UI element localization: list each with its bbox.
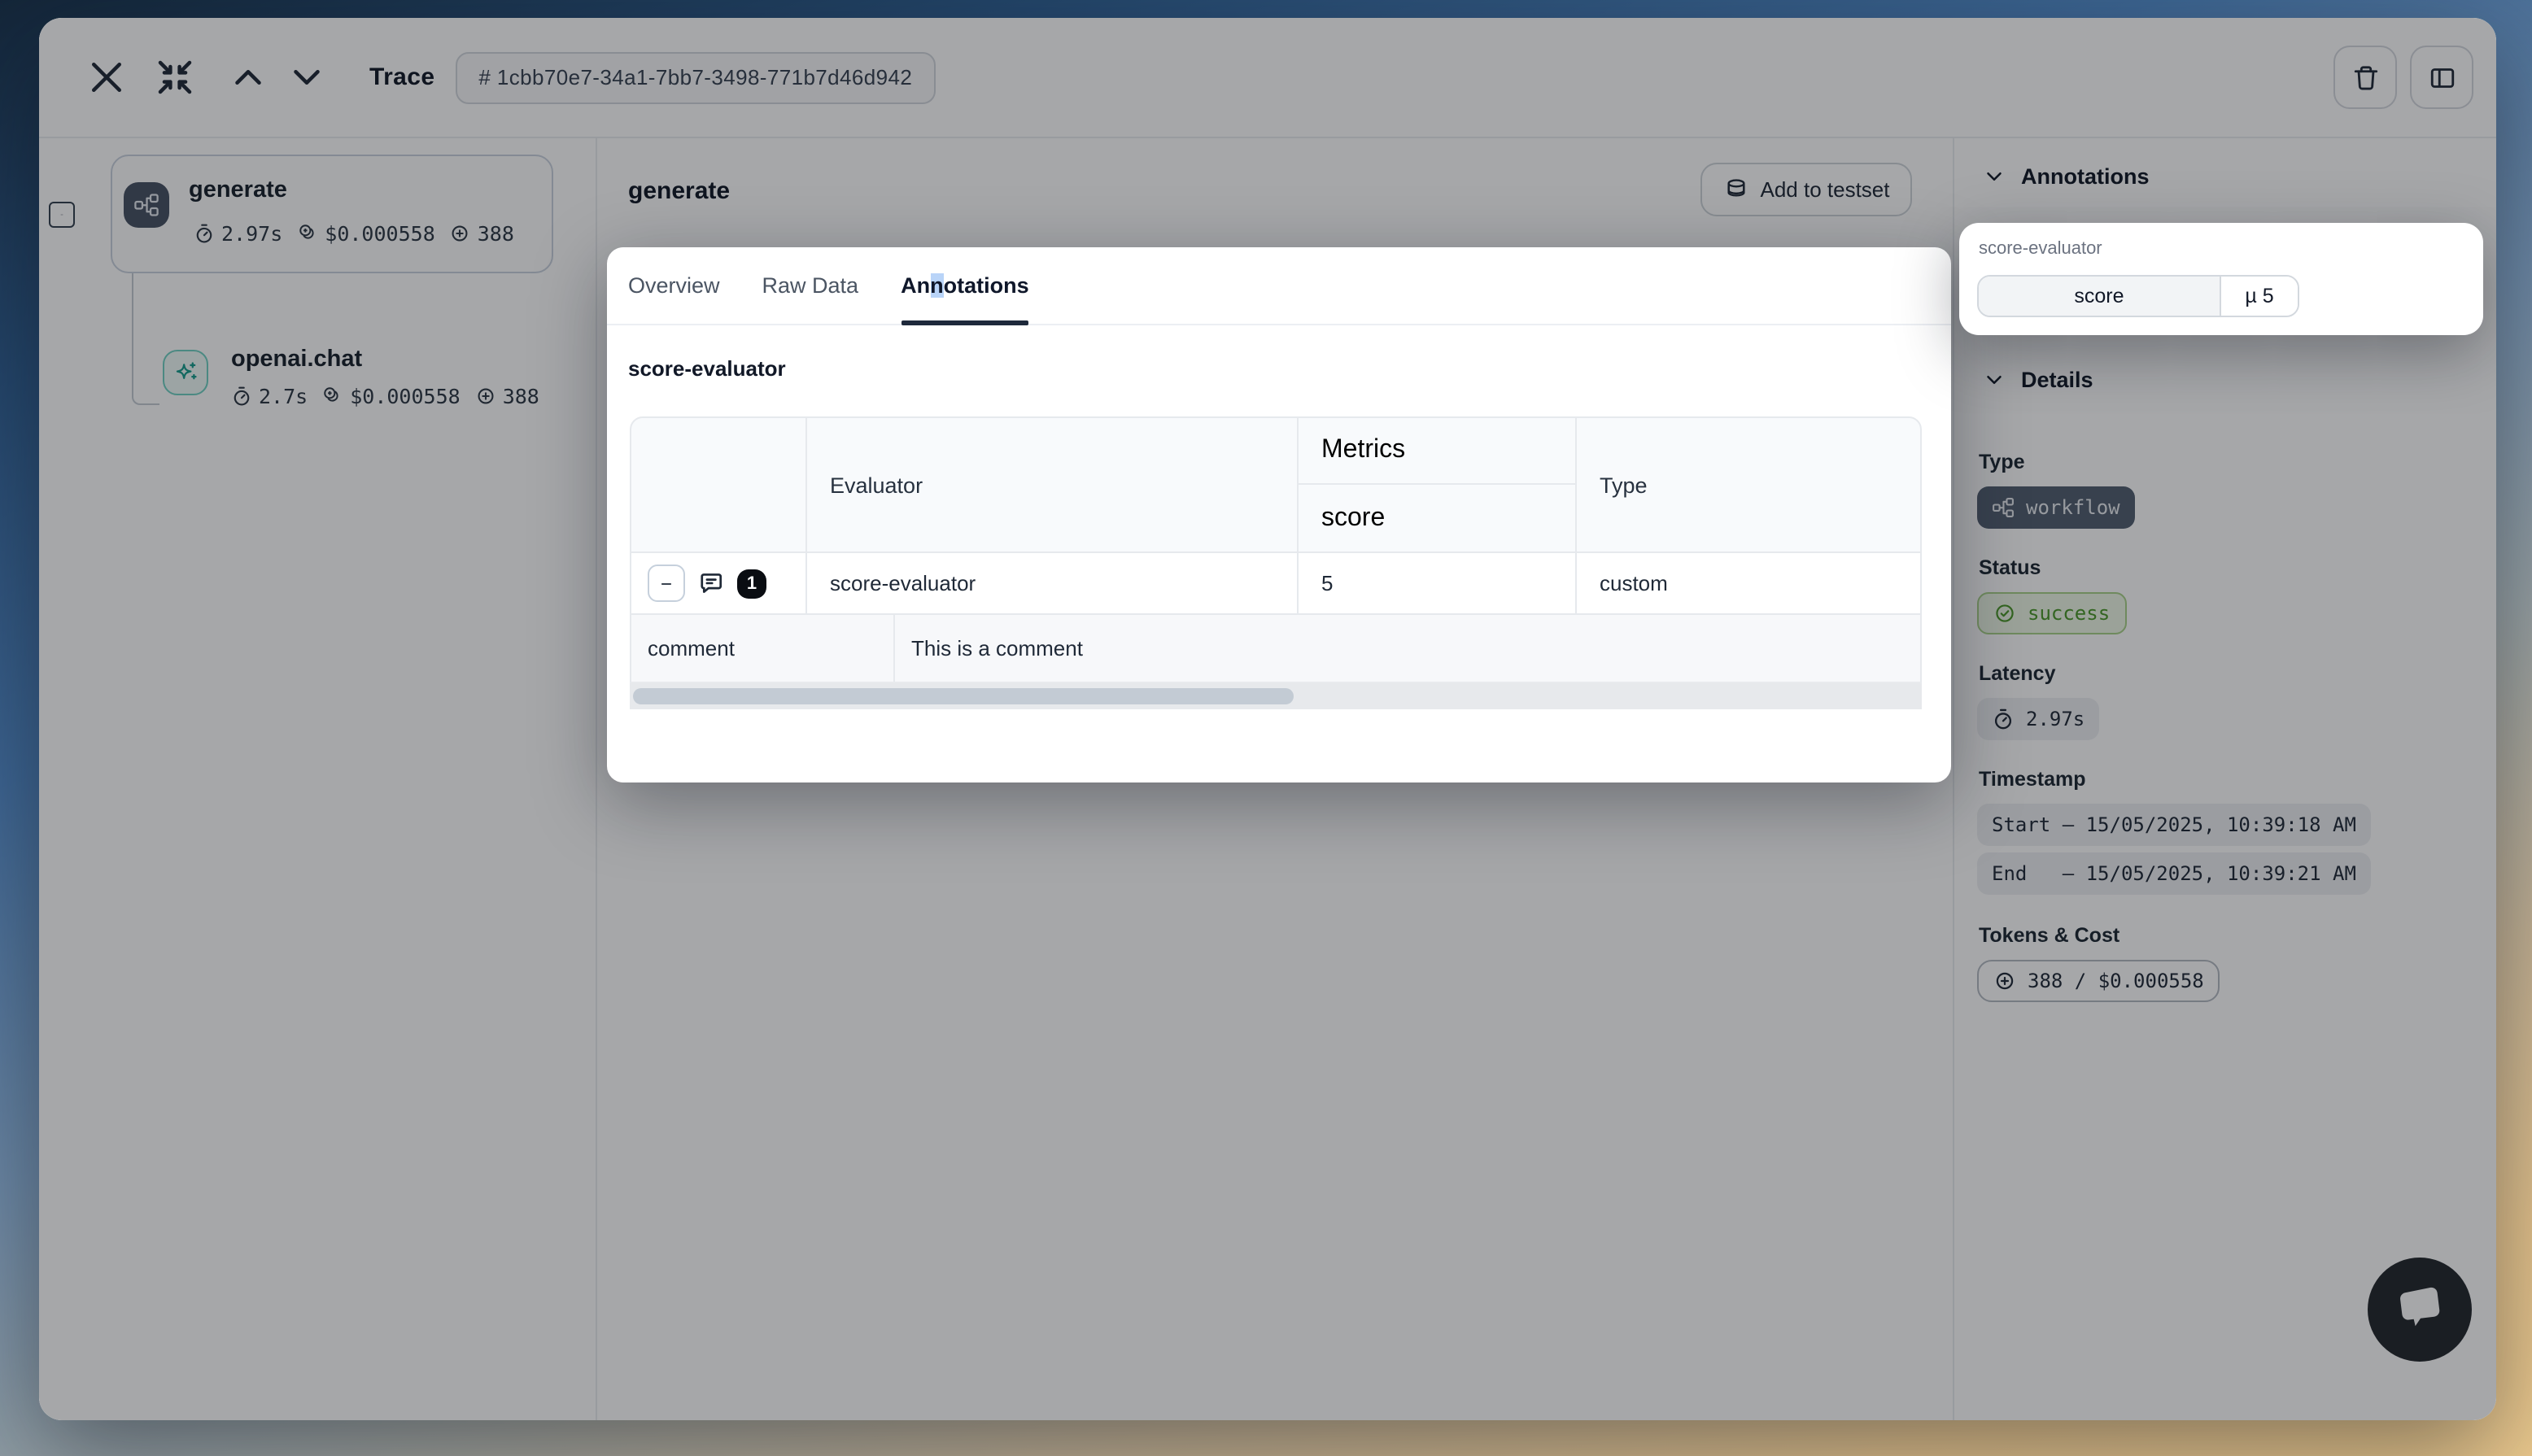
header-cell-metrics: Metrics score — [1299, 418, 1577, 551]
metric-name-label: score — [1299, 485, 1575, 551]
annotations-tab-card: Overview Raw Data Annotations score-eval… — [607, 247, 1951, 782]
comment-button[interactable] — [696, 569, 726, 598]
header-cell-type: Type — [1577, 418, 1923, 551]
score-control: score µ 5 — [1977, 275, 2299, 317]
header-cell-evaluator: Evaluator — [807, 418, 1299, 551]
cell-evaluator: score-evaluator — [807, 553, 1299, 613]
row-controls-cell: 1 — [631, 553, 807, 613]
evaluator-heading: score-evaluator — [628, 356, 786, 381]
table-row: 1 score-evaluator 5 custom — [630, 553, 1922, 615]
metrics-group-label: Metrics — [1299, 418, 1575, 485]
active-tab-underline — [901, 320, 1029, 325]
tab-overview[interactable]: Overview — [628, 247, 720, 324]
desktop-gradient-background: Trace # 1cbb70e7-34a1-7bb7-3498-771b7d46… — [0, 0, 2532, 1456]
comment-expansion-row: comment This is a comment — [630, 615, 1922, 683]
tab-raw-data[interactable]: Raw Data — [762, 247, 859, 324]
comment-count-badge: 1 — [737, 569, 766, 598]
score-value-button[interactable]: µ 5 — [2221, 277, 2298, 316]
table-header: Evaluator Metrics score Type — [630, 416, 1922, 553]
cell-score: 5 — [1299, 553, 1577, 613]
minus-icon — [659, 573, 674, 593]
header-cell-controls — [631, 418, 807, 551]
tab-bar: Overview Raw Data Annotations — [607, 247, 1951, 325]
comment-value: This is a comment — [895, 615, 1923, 682]
annotation-evaluator-label: score-evaluator — [1979, 239, 2102, 259]
text-selection-highlight: n — [930, 273, 944, 298]
cell-type: custom — [1577, 553, 1923, 613]
horizontal-scrollbar-thumb[interactable] — [633, 688, 1294, 704]
horizontal-scrollbar-track[interactable] — [630, 683, 1922, 709]
comment-key: comment — [631, 615, 895, 682]
annotations-table: Evaluator Metrics score Type — [630, 416, 1922, 709]
trace-viewer-window: Trace # 1cbb70e7-34a1-7bb7-3498-771b7d46… — [39, 18, 2496, 1420]
annotation-score-card: score-evaluator score µ 5 — [1959, 223, 2483, 335]
screen: Trace # 1cbb70e7-34a1-7bb7-3498-771b7d46… — [0, 0, 2532, 1456]
comment-icon — [696, 569, 726, 598]
score-metric-button[interactable]: score — [1979, 277, 2221, 316]
tab-annotations[interactable]: Annotations — [901, 247, 1029, 324]
collapse-row-button[interactable] — [648, 565, 685, 602]
